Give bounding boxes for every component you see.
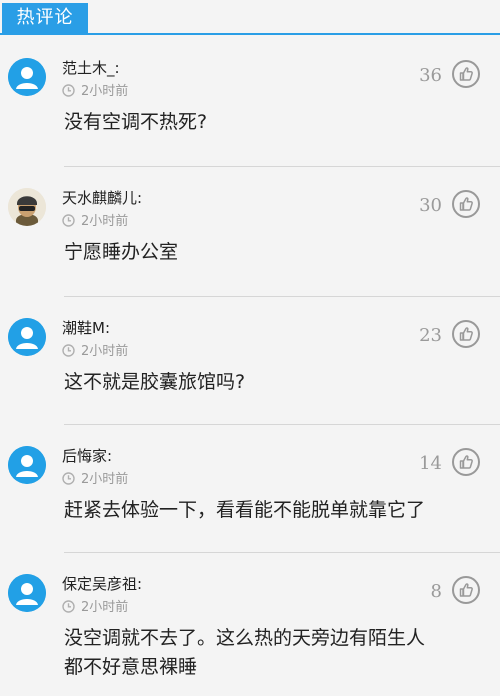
comment-time: 2小时前: [62, 80, 128, 99]
comment-time: 2小时前: [62, 596, 128, 615]
user-avatar-icon[interactable]: [8, 318, 46, 356]
hot-comments-tab[interactable]: 热评论: [2, 3, 88, 33]
user-avatar-photo[interactable]: [8, 188, 46, 226]
user-avatar-icon[interactable]: [8, 58, 46, 96]
comment-time-label: 2小时前: [81, 472, 129, 487]
clock-icon: [62, 84, 75, 97]
clock-icon: [62, 344, 75, 357]
thumbs-up-icon[interactable]: [452, 60, 480, 88]
comment-time: 2小时前: [62, 340, 128, 359]
comment-text-line: 没空调就不去了。这么热的天旁边有陌生人: [64, 627, 426, 649]
comment-text-line: 这不就是胶囊旅馆吗?: [64, 371, 246, 393]
thumbs-up-icon[interactable]: [452, 448, 480, 476]
comment-divider: [64, 166, 500, 167]
comment-text-line: 都不好意思裸睡: [64, 656, 198, 678]
comment-divider: [64, 424, 500, 425]
comment-text-line: 宁愿睡办公室: [64, 241, 179, 263]
comment-text: 宁愿睡办公室: [64, 238, 484, 267]
comment-divider: [64, 552, 500, 553]
thumbs-up-icon[interactable]: [452, 190, 480, 218]
comment-time-label: 2小时前: [81, 84, 129, 99]
comment-text: 赶紧去体验一下，看看能不能脱单就靠它了: [64, 496, 484, 525]
comment-time: 2小时前: [62, 468, 128, 487]
comment-username[interactable]: 保定吴彦祖:: [62, 573, 142, 594]
thumbs-up-icon[interactable]: [452, 576, 480, 604]
like-count: 14: [419, 453, 442, 474]
like-count: 23: [419, 325, 442, 346]
thumbs-up-icon[interactable]: [452, 320, 480, 348]
comment-username[interactable]: 后悔家:: [62, 445, 112, 466]
clock-icon: [62, 472, 75, 485]
user-avatar-icon[interactable]: [8, 446, 46, 484]
comment-text: 没有空调不热死?: [64, 108, 484, 137]
clock-icon: [62, 600, 75, 613]
like-count: 36: [419, 65, 442, 86]
comment-username[interactable]: 天水麒麟儿:: [62, 187, 142, 208]
comment-text-line: 没有空调不热死?: [64, 111, 208, 133]
header-underline: [0, 33, 500, 35]
comment-time-label: 2小时前: [81, 600, 129, 615]
like-count: 30: [419, 195, 442, 216]
comment-username[interactable]: 范土木_:: [62, 57, 120, 78]
comment-time-label: 2小时前: [81, 214, 129, 229]
comment-text: 没空调就不去了。这么热的天旁边有陌生人 都不好意思裸睡: [64, 624, 484, 682]
user-avatar-icon[interactable]: [8, 574, 46, 612]
clock-icon: [62, 214, 75, 227]
hot-comments-header: 热评论: [0, 0, 500, 36]
like-count: 8: [430, 581, 442, 602]
comment-time: 2小时前: [62, 210, 128, 229]
comment-text-line: 赶紧去体验一下，看看能不能脱单就靠它了: [64, 499, 426, 521]
comment-time-label: 2小时前: [81, 344, 129, 359]
comment-text: 这不就是胶囊旅馆吗?: [64, 368, 484, 397]
comment-username[interactable]: 潮鞋M:: [62, 317, 110, 338]
comment-divider: [64, 296, 500, 297]
